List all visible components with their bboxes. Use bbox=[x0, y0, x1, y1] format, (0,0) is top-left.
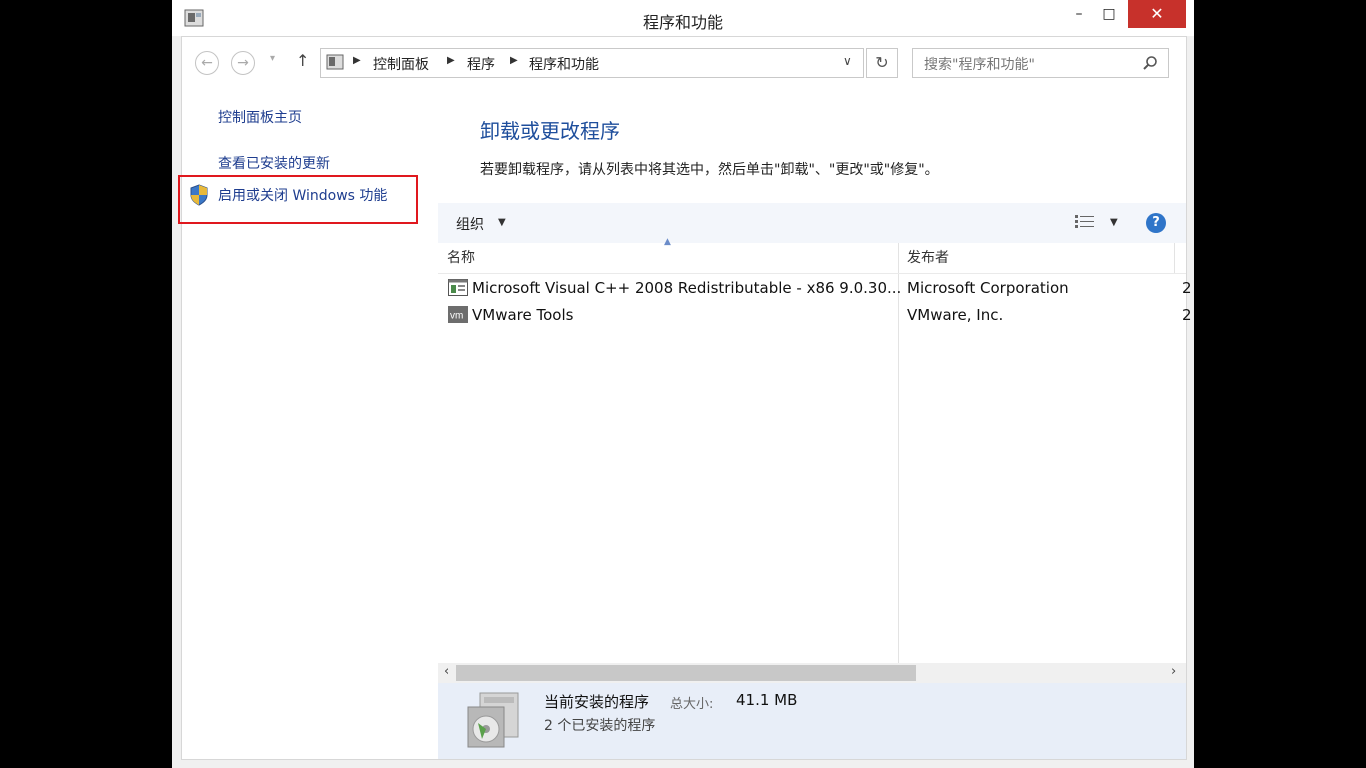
sort-ascending-icon: ▲ bbox=[664, 237, 671, 247]
shield-icon bbox=[190, 184, 208, 206]
up-button[interactable]: ↑ bbox=[296, 51, 309, 70]
address-dropdown-icon[interactable]: ∨ bbox=[843, 54, 852, 68]
program-name: Microsoft Visual C++ 2008 Redistributabl… bbox=[472, 279, 902, 297]
column-divider[interactable] bbox=[1174, 243, 1175, 273]
table-row[interactable]: vm VMware Tools VMware, Inc. 2 bbox=[438, 302, 1192, 329]
installed-count: 2 个已安装的程序 bbox=[544, 718, 656, 734]
maximize-button[interactable]: □ bbox=[1094, 0, 1124, 28]
recent-locations-button[interactable]: ▾ bbox=[270, 53, 275, 64]
installer-icon bbox=[448, 279, 468, 296]
title-bar[interactable]: 程序和功能 – □ ✕ bbox=[172, 0, 1194, 36]
breadcrumb-separator[interactable]: ▶ bbox=[447, 55, 455, 66]
view-installed-updates-link[interactable]: 查看已安装的更新 bbox=[218, 153, 330, 173]
refresh-button[interactable]: ↻ bbox=[866, 48, 898, 78]
view-details-icon[interactable] bbox=[1074, 214, 1096, 230]
vmware-icon: vm bbox=[448, 306, 468, 323]
total-size-label: 总大小: bbox=[670, 697, 714, 712]
breadcrumb-separator[interactable]: ▶ bbox=[353, 55, 361, 66]
breadcrumb-control-panel[interactable]: 控制面板 bbox=[373, 54, 429, 74]
instruction-text: 若要卸载程序，请从列表中将其选中，然后单击"卸载"、"更改"或"修复"。 bbox=[480, 162, 939, 178]
program-installed-on: 2 bbox=[1182, 306, 1192, 324]
installed-programs-icon bbox=[467, 692, 519, 748]
details-title: 当前安装的程序 bbox=[544, 693, 650, 711]
window-title: 程序和功能 bbox=[642, 13, 723, 32]
table-row[interactable]: Microsoft Visual C++ 2008 Redistributabl… bbox=[438, 275, 1192, 302]
program-list: ▲ 名称 发布者 Microsoft Visual C++ 2008 Redis… bbox=[438, 237, 1192, 663]
forward-button[interactable]: → bbox=[231, 51, 255, 75]
address-bar[interactable]: ▶ 控制面板 ▶ 程序 ▶ 程序和功能 ∨ bbox=[320, 48, 864, 78]
control-panel-home-link[interactable]: 控制面板主页 bbox=[218, 107, 302, 127]
page-title: 卸载或更改程序 bbox=[480, 119, 620, 143]
control-panel-icon bbox=[326, 54, 344, 70]
client-area: ← → ▾ ↑ ▶ 控制面板 ▶ 程序 ▶ 程序和功能 ∨ ↻ 搜索"程序和功能… bbox=[178, 36, 1192, 760]
program-publisher: Microsoft Corporation bbox=[907, 279, 1069, 297]
scroll-left-icon[interactable]: ‹ bbox=[444, 664, 449, 679]
breadcrumb-programs-and-features[interactable]: 程序和功能 bbox=[529, 54, 599, 74]
program-installed-on: 2 bbox=[1182, 279, 1192, 297]
command-bar: 组织 ▼ ▼ ? bbox=[438, 203, 1186, 243]
column-header-publisher[interactable]: 发布者 bbox=[907, 243, 949, 273]
search-icon[interactable] bbox=[1142, 55, 1158, 71]
total-size-value: 41.1 MB bbox=[736, 691, 798, 709]
close-button[interactable]: ✕ bbox=[1128, 0, 1186, 28]
navigation-bar: ← → ▾ ↑ ▶ 控制面板 ▶ 程序 ▶ 程序和功能 ∨ ↻ 搜索"程序和功能… bbox=[182, 37, 1186, 87]
svg-text:vm: vm bbox=[450, 311, 463, 322]
breadcrumb-programs[interactable]: 程序 bbox=[467, 54, 495, 74]
left-navigation-pane: 控制面板主页 查看已安装的更新 启用或关闭 Windows 功能 bbox=[178, 87, 437, 759]
chevron-down-icon[interactable]: ▼ bbox=[1110, 217, 1118, 228]
help-icon[interactable]: ? bbox=[1146, 213, 1166, 233]
breadcrumb-separator[interactable]: ▶ bbox=[510, 55, 518, 66]
details-pane: 当前安装的程序 总大小: 41.1 MB 2 个已安装的程序 bbox=[438, 683, 1186, 759]
horizontal-scrollbar[interactable]: ‹ › bbox=[438, 663, 1186, 683]
turn-windows-features-link[interactable]: 启用或关闭 Windows 功能 bbox=[218, 185, 387, 205]
scrollbar-thumb[interactable] bbox=[456, 665, 916, 681]
back-button[interactable]: ← bbox=[195, 51, 219, 75]
minimize-button[interactable]: – bbox=[1064, 0, 1094, 28]
header-divider bbox=[438, 273, 1186, 274]
search-box[interactable]: 搜索"程序和功能" bbox=[912, 48, 1169, 78]
organize-button[interactable]: 组织 bbox=[456, 214, 484, 234]
programs-and-features-window: 程序和功能 – □ ✕ ← → ▾ ↑ ▶ 控制面板 ▶ 程序 ▶ 程序和功能 … bbox=[172, 0, 1194, 768]
program-name: VMware Tools bbox=[472, 306, 574, 324]
program-publisher: VMware, Inc. bbox=[907, 306, 1004, 324]
chevron-down-icon[interactable]: ▼ bbox=[498, 217, 506, 228]
scroll-right-icon[interactable]: › bbox=[1171, 664, 1176, 679]
column-header-name[interactable]: 名称 bbox=[447, 243, 475, 273]
search-placeholder[interactable]: 搜索"程序和功能" bbox=[924, 54, 1035, 74]
